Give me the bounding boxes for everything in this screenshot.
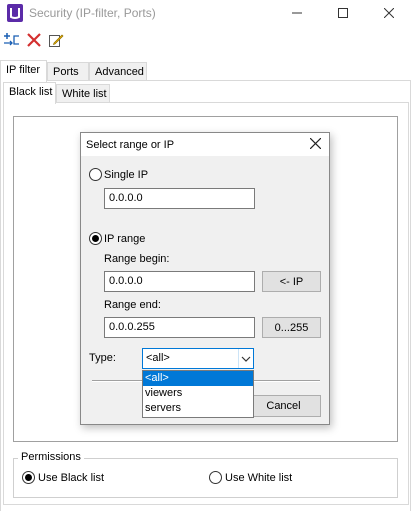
use-black-list-radio[interactable] — [22, 471, 35, 484]
type-option-viewers[interactable]: viewers — [143, 386, 253, 401]
range-begin-label: Range begin: — [104, 253, 170, 265]
type-option-servers[interactable]: servers — [143, 401, 253, 416]
type-select-value[interactable]: <all> — [146, 352, 170, 364]
close-icon — [383, 7, 395, 21]
use-white-list-radio[interactable] — [209, 471, 222, 484]
edit-icon — [48, 32, 64, 51]
chevron-down-icon — [241, 353, 251, 365]
dialog-close-button[interactable] — [304, 134, 326, 156]
delete-icon — [26, 32, 42, 51]
ip-button[interactable]: <- IP — [262, 271, 321, 292]
single-ip-label[interactable]: Single IP — [104, 169, 148, 181]
use-black-list-label[interactable]: Use Black list — [38, 472, 104, 484]
window-title: Security (IP-filter, Ports) — [29, 6, 156, 20]
cancel-button[interactable]: Cancel — [246, 395, 321, 417]
maximize-button[interactable] — [320, 0, 366, 28]
app-icon — [7, 4, 23, 22]
tab-ip-filter[interactable]: IP filter — [0, 60, 47, 82]
maximize-icon — [338, 7, 348, 21]
range-begin-input[interactable]: 0.0.0.0 — [104, 271, 255, 292]
type-label: Type: — [89, 352, 116, 364]
delete-button[interactable] — [24, 31, 44, 51]
minimize-icon — [292, 8, 302, 21]
range-button[interactable]: 0...255 — [262, 317, 321, 338]
range-end-label: Range end: — [104, 299, 161, 311]
type-dropdown-button[interactable] — [238, 349, 253, 368]
tab-advanced[interactable]: Advanced — [89, 62, 147, 82]
add-rule-icon — [3, 32, 21, 51]
ip-range-radio[interactable] — [89, 232, 102, 245]
minimize-button[interactable] — [274, 0, 320, 28]
tab-black-list[interactable]: Black list — [3, 82, 56, 104]
add-rule-button[interactable] — [2, 31, 22, 51]
edit-button[interactable] — [46, 31, 66, 51]
dialog-title: Select range or IP — [86, 139, 175, 151]
use-white-list-label[interactable]: Use White list — [225, 472, 292, 484]
type-option-all[interactable]: <all> — [143, 371, 253, 386]
close-button[interactable] — [366, 0, 412, 28]
ip-range-label[interactable]: IP range — [104, 233, 145, 245]
tab-ports[interactable]: Ports — [47, 62, 89, 82]
permissions-legend: Permissions — [18, 451, 84, 463]
single-ip-radio[interactable] — [89, 168, 102, 181]
range-end-input[interactable]: 0.0.0.255 — [104, 317, 255, 338]
close-icon — [309, 137, 321, 152]
single-ip-input[interactable]: 0.0.0.0 — [104, 188, 255, 209]
tab-white-list[interactable]: White list — [56, 84, 110, 104]
